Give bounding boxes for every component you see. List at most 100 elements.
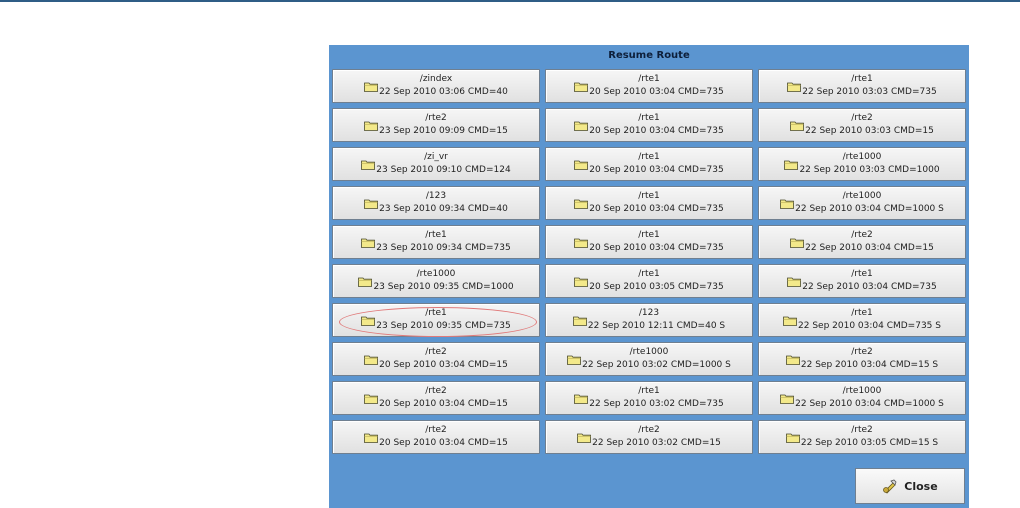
route-button[interactable]: /rte2 20 Sep 2010 03:04 CMD=15 [332,381,540,415]
folder-icon [364,393,379,407]
route-info-row: 23 Sep 2010 09:09 CMD=15 [333,121,539,136]
route-button[interactable]: /rte1 23 Sep 2010 09:34 CMD=735 [332,225,540,259]
route-info: 22 Sep 2010 03:04 CMD=735 S [798,321,941,331]
route-info-row: 23 Sep 2010 09:10 CMD=124 [333,160,539,175]
route-button[interactable]: /rte1 20 Sep 2010 03:04 CMD=735 [545,225,753,259]
route-info-row: 22 Sep 2010 03:04 CMD=15 S [759,355,965,370]
route-info: 20 Sep 2010 03:04 CMD=15 [379,399,508,409]
route-button[interactable]: /zi_vr 23 Sep 2010 09:10 CMD=124 [332,147,540,181]
route-info-row: 20 Sep 2010 03:04 CMD=735 [546,121,752,136]
route-button[interactable]: /rte1 20 Sep 2010 03:04 CMD=735 [545,147,753,181]
route-info: 22 Sep 2010 03:04 CMD=15 [805,243,934,253]
route-button[interactable]: /rte1 20 Sep 2010 03:04 CMD=735 [545,108,753,142]
route-info: 23 Sep 2010 09:10 CMD=124 [376,165,511,175]
route-info: 20 Sep 2010 03:04 CMD=735 [589,243,724,253]
route-button[interactable]: /rte1000 22 Sep 2010 03:04 CMD=1000 S [758,186,966,220]
route-button[interactable]: /rte1000 22 Sep 2010 03:02 CMD=1000 S [545,342,753,376]
folder-icon [790,237,805,251]
route-info-row: 22 Sep 2010 03:04 CMD=15 [759,238,965,253]
route-button[interactable]: /rte2 20 Sep 2010 03:04 CMD=15 [332,420,540,454]
folder-icon [785,432,800,446]
route-info: 20 Sep 2010 03:04 CMD=15 [379,360,508,370]
route-info-row: 22 Sep 2010 03:02 CMD=15 [546,433,752,448]
route-info-row: 23 Sep 2010 09:34 CMD=735 [333,238,539,253]
route-button[interactable]: /rte1 20 Sep 2010 03:04 CMD=735 [545,186,753,220]
folder-icon [785,354,800,368]
folder-icon [364,120,379,134]
route-info: 23 Sep 2010 09:35 CMD=1000 [373,282,514,292]
route-info-row: 20 Sep 2010 03:04 CMD=15 [333,394,539,409]
route-button[interactable]: /rte1 20 Sep 2010 03:05 CMD=735 [545,264,753,298]
route-info-row: 20 Sep 2010 03:04 CMD=15 [333,355,539,370]
route-info: 22 Sep 2010 03:04 CMD=1000 S [795,204,944,214]
route-button[interactable]: /rte2 20 Sep 2010 03:04 CMD=15 [332,342,540,376]
route-info-row: 22 Sep 2010 03:02 CMD=735 [546,394,752,409]
route-info: 23 Sep 2010 09:34 CMD=40 [379,204,508,214]
route-info-row: 23 Sep 2010 09:34 CMD=40 [333,199,539,214]
route-info-row: 23 Sep 2010 09:35 CMD=1000 [333,277,539,292]
route-button[interactable]: /rte2 22 Sep 2010 03:02 CMD=15 [545,420,753,454]
route-info-row: 22 Sep 2010 03:03 CMD=15 [759,121,965,136]
route-info-row: 22 Sep 2010 03:04 CMD=1000 S [759,394,965,409]
route-button[interactable]: /123 22 Sep 2010 12:11 CMD=40 S [545,303,753,337]
route-info-row: 22 Sep 2010 03:02 CMD=1000 S [546,355,752,370]
folder-icon [780,198,795,212]
resume-route-dialog: Resume Route /zindex 22 Sep 2010 03:06 CM… [329,45,969,508]
close-button-label: Close [904,479,938,493]
folder-icon [361,237,376,251]
route-info: 22 Sep 2010 03:03 CMD=1000 [799,165,940,175]
route-button[interactable]: /rte1 22 Sep 2010 03:03 CMD=735 [758,69,966,103]
folder-icon [574,276,589,290]
route-info: 22 Sep 2010 03:02 CMD=1000 S [582,360,731,370]
route-button[interactable]: /rte1000 22 Sep 2010 03:03 CMD=1000 [758,147,966,181]
route-info: 20 Sep 2010 03:04 CMD=735 [589,87,724,97]
route-button[interactable]: /rte2 22 Sep 2010 03:03 CMD=15 [758,108,966,142]
route-info: 22 Sep 2010 03:03 CMD=15 [805,126,934,136]
folder-icon [574,237,589,251]
route-button[interactable]: /zindex 22 Sep 2010 03:06 CMD=40 [332,69,540,103]
folder-icon [361,159,376,173]
route-info-row: 20 Sep 2010 03:04 CMD=735 [546,199,752,214]
route-info: 22 Sep 2010 03:02 CMD=735 [589,399,724,409]
folder-icon [361,315,376,329]
route-info: 22 Sep 2010 12:11 CMD=40 S [587,321,726,331]
folder-icon [783,315,797,329]
folder-icon [567,354,582,368]
route-info: 22 Sep 2010 03:03 CMD=735 [802,87,937,97]
route-info-row: 20 Sep 2010 03:04 CMD=15 [333,433,539,448]
folder-icon [364,198,379,212]
folder-icon [574,81,589,95]
route-info: 20 Sep 2010 03:05 CMD=735 [589,282,724,292]
route-info-row: 22 Sep 2010 03:04 CMD=1000 S [759,199,965,214]
route-button[interactable]: /rte1 20 Sep 2010 03:04 CMD=735 [545,69,753,103]
route-button[interactable]: /rte2 22 Sep 2010 03:05 CMD=15 S [758,420,966,454]
folder-icon [780,393,795,407]
route-button[interactable]: /rte1 22 Sep 2010 03:04 CMD=735 S [758,303,966,337]
close-button[interactable]: Close [855,468,965,504]
route-button[interactable]: /rte2 23 Sep 2010 09:09 CMD=15 [332,108,540,142]
route-info-row: 20 Sep 2010 03:05 CMD=735 [546,277,752,292]
folder-icon [364,81,379,95]
route-info-row: 20 Sep 2010 03:04 CMD=735 [546,82,752,97]
route-button[interactable]: /123 23 Sep 2010 09:34 CMD=40 [332,186,540,220]
route-button[interactable]: /rte2 22 Sep 2010 03:04 CMD=15 [758,225,966,259]
route-info: 23 Sep 2010 09:09 CMD=15 [379,126,508,136]
close-icon [882,478,898,494]
folder-icon [574,393,589,407]
route-button[interactable]: /rte1000 23 Sep 2010 09:35 CMD=1000 [332,264,540,298]
route-info-row: 23 Sep 2010 09:35 CMD=735 [333,316,539,331]
folder-icon [784,159,799,173]
folder-icon [577,432,592,446]
route-info-row: 20 Sep 2010 03:04 CMD=735 [546,238,752,253]
folder-icon [364,432,379,446]
route-info-row: 22 Sep 2010 03:04 CMD=735 [759,277,965,292]
route-button[interactable]: /rte1 22 Sep 2010 03:02 CMD=735 [545,381,753,415]
route-button[interactable]: /rte2 22 Sep 2010 03:04 CMD=15 S [758,342,966,376]
folder-icon [574,198,589,212]
route-button[interactable]: /rte1 22 Sep 2010 03:04 CMD=735 [758,264,966,298]
route-grid: /zindex 22 Sep 2010 03:06 CMD=40/rte1 20 S… [332,69,966,454]
route-info: 23 Sep 2010 09:35 CMD=735 [376,321,511,331]
dialog-title: Resume Route [608,50,690,61]
route-button[interactable]: /rte1 23 Sep 2010 09:35 CMD=735 [332,303,540,337]
route-button[interactable]: /rte1000 22 Sep 2010 03:04 CMD=1000 S [758,381,966,415]
